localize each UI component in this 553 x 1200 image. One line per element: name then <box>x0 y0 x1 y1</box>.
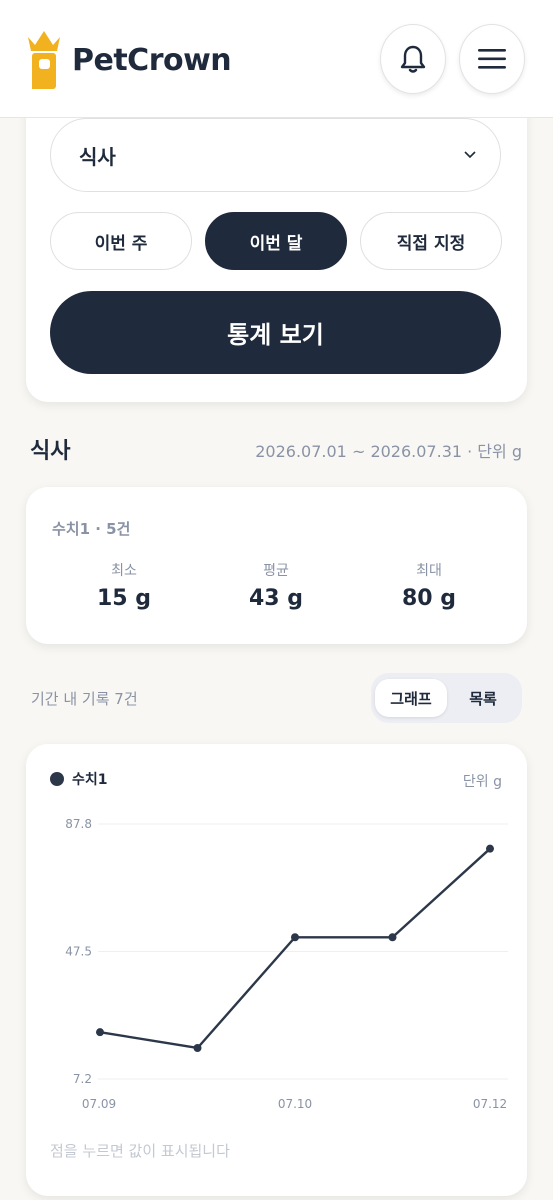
notifications-button[interactable] <box>380 24 446 94</box>
category-select-value: 식사 <box>79 144 116 169</box>
series-line <box>99 847 491 1050</box>
stat-min: 최소 15 g <box>49 560 199 611</box>
stat-max-label: 최대 <box>416 563 442 579</box>
view-toggle: 그래프 목록 <box>371 673 522 723</box>
records-count: 기간 내 기록 7건 <box>31 690 138 708</box>
stat-avg: 평균 43 g <box>201 560 351 611</box>
x-tick-label: 07.09 <box>82 1097 116 1111</box>
logo[interactable]: PetCrown <box>26 30 232 90</box>
filter-card: 식사 이번 주 이번 달 직접 지정 통계 보기 <box>26 96 527 402</box>
data-point <box>388 933 397 942</box>
y-tick-label: 47.5 <box>65 945 92 959</box>
stat-max: 최대 80 g <box>354 560 504 611</box>
chart-hint: 점을 누르면 값이 표시됩니다 <box>50 1142 230 1160</box>
toggle-list-button[interactable]: 목록 <box>447 679 519 717</box>
hamburger-menu-icon <box>478 49 506 69</box>
stat-max-value: 80 g <box>401 586 457 611</box>
stat-min-label: 최소 <box>111 563 137 579</box>
data-point <box>486 844 494 853</box>
x-tick-label: 07.10 <box>278 1097 312 1111</box>
period-this-month-button[interactable]: 이번 달 <box>205 212 347 270</box>
summary-card: 수치1 · 5건 최소 15 g 평균 43 g 최대 80 g <box>26 487 527 644</box>
data-point <box>291 933 299 942</box>
y-tick-label: 7.2 <box>73 1072 92 1086</box>
data-point <box>193 1043 202 1052</box>
stat-min-value: 15 g <box>96 586 152 611</box>
line-chart: 87.8 47.5 7.2 07.09 07.10 07.12 <box>65 817 508 1111</box>
chart-card: 수치1 단위 g 87.8 47.5 7.2 07.09 07.10 07.12 점을 누… <box>26 744 527 1196</box>
chevron-down-icon <box>464 151 476 159</box>
y-tick-label: 87.8 <box>65 817 92 831</box>
bell-icon <box>400 45 426 73</box>
x-tick-label: 07.12 <box>473 1097 507 1111</box>
section-title: 식사 <box>30 439 71 464</box>
data-point <box>96 1028 104 1037</box>
app-name: PetCrown <box>72 42 232 78</box>
crown-p-logo-icon <box>28 31 60 89</box>
period-this-week-button[interactable]: 이번 주 <box>50 212 192 270</box>
category-select[interactable]: 식사 <box>50 118 501 192</box>
view-stats-button[interactable]: 통계 보기 <box>50 291 501 374</box>
toggle-graph-button[interactable]: 그래프 <box>375 679 447 717</box>
menu-button[interactable] <box>459 24 525 94</box>
stat-avg-label: 평균 <box>263 563 289 579</box>
stat-avg-value: 43 g <box>248 586 304 611</box>
period-custom-button[interactable]: 직접 지정 <box>360 212 502 270</box>
summary-heading: 수치1 · 5건 <box>52 520 131 538</box>
app-header: PetCrown <box>0 0 553 118</box>
section-date-range: 2026.07.01 ~ 2026.07.31 · 단위 g <box>255 442 522 461</box>
